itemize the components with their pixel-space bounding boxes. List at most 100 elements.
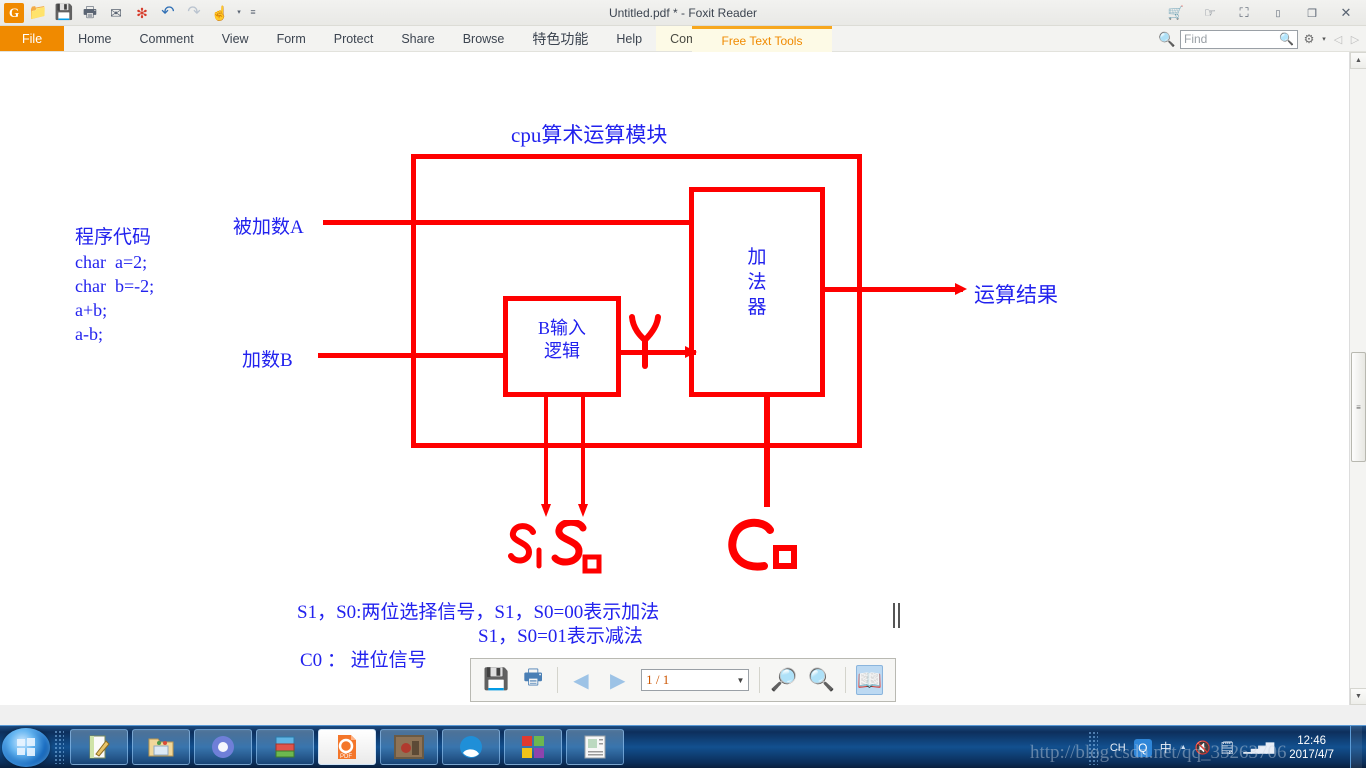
close-icon[interactable]: ✕	[1336, 5, 1356, 21]
find-input[interactable]: Find	[1184, 32, 1279, 46]
taskbar-qq-browser-icon[interactable]	[442, 729, 500, 765]
menu-bar: File Home Comment View Form Protect Shar…	[0, 26, 1366, 52]
menu-item-file[interactable]: File	[0, 26, 65, 51]
tray-chinese-mode-icon[interactable]: 中	[1160, 739, 1172, 756]
adder-label: 加 法 器	[689, 245, 825, 320]
handwritten-y-marker	[629, 314, 661, 369]
b-logic-line-1: B输入	[537, 318, 586, 338]
prev-page-icon[interactable]: ◀	[567, 665, 594, 695]
find-input-wrap[interactable]: Find 🔍	[1180, 29, 1298, 49]
system-tray: CH Q 中 ▲ 🔇 🗒 ▁▃▅▇ 12:46 2017/4/7	[1084, 726, 1366, 768]
menu-item-view[interactable]: View	[208, 26, 263, 51]
zoom-in-icon[interactable]: 🔍	[808, 665, 835, 695]
taskbar-grip[interactable]	[54, 730, 64, 764]
menu-item-share[interactable]: Share	[387, 26, 448, 51]
label-result: 运算结果	[974, 283, 1058, 307]
search-icon[interactable]: 🔍	[1279, 32, 1294, 46]
taskbar-document-icon[interactable]	[566, 729, 624, 765]
open-folder-icon[interactable]: 📁	[26, 2, 50, 24]
prev-result-icon[interactable]: ◁	[1331, 33, 1345, 46]
menu-item-home[interactable]: Home	[64, 26, 125, 51]
page-number-value[interactable]: 1 / 1	[646, 672, 736, 688]
undo-icon[interactable]: ↶	[156, 2, 180, 24]
print-icon[interactable]: 🖶	[78, 2, 102, 24]
code-line-1: char a=2;	[75, 252, 148, 272]
show-desktop-button[interactable]	[1350, 726, 1362, 768]
foxit-logo-icon[interactable]: G	[4, 2, 24, 23]
chevron-down-icon[interactable]: ▼	[736, 676, 744, 685]
contextual-tab-free-text-tools[interactable]: Free Text Tools	[692, 26, 832, 52]
text-caret-marker	[893, 603, 900, 628]
code-line-2: char b=-2;	[75, 276, 155, 296]
menu-item-protect[interactable]: Protect	[320, 26, 388, 51]
redo-icon[interactable]: ↷	[182, 2, 206, 24]
code-block: 程序代码 char a=2; char b=-2; a+b; a-b;	[75, 226, 154, 346]
book-view-icon[interactable]: 📖	[855, 665, 883, 695]
module-box-top-edge	[411, 154, 862, 159]
new-from-file-icon[interactable]: ✻	[130, 2, 154, 24]
taskbar-notepad-icon[interactable]	[70, 729, 128, 765]
tray-ime-icon[interactable]: CH	[1110, 742, 1126, 754]
result-output-arrowhead	[955, 283, 967, 295]
code-line-0: 程序代码	[75, 227, 152, 248]
note-line-1: S1，S0:两位选择信号，S1，S0=00表示加法	[297, 602, 660, 623]
zoom-out-icon[interactable]: 🔎	[770, 665, 797, 695]
email-icon[interactable]: ✉	[104, 2, 128, 24]
scroll-down-icon[interactable]: ▼	[1350, 688, 1366, 705]
pdf-page[interactable]: cpu算术运算模块 程序代码 char a=2; char b=-2; a+b;…	[0, 52, 1349, 705]
s1-arrowhead	[541, 504, 551, 517]
taskbar-chrome-icon[interactable]	[194, 729, 252, 765]
adder-line-3: 器	[747, 297, 767, 318]
save-icon[interactable]: 💾	[52, 2, 76, 24]
next-result-icon[interactable]: ▷	[1348, 33, 1362, 46]
windows-logo-icon	[17, 738, 35, 756]
menu-item-special-features[interactable]: 特色功能	[518, 26, 602, 51]
tray-expand-icon[interactable]: ▲	[1180, 744, 1187, 751]
taskbar-explorer-icon[interactable]	[132, 729, 190, 765]
c0-carry-wire	[764, 397, 770, 507]
minimize-icon[interactable]: ▯	[1268, 8, 1288, 19]
taskbar-foxit-pdf-icon[interactable]: PDF	[318, 729, 376, 765]
menu-item-form[interactable]: Form	[263, 26, 320, 51]
label-input-b: 加数B	[242, 350, 293, 371]
tray-grip[interactable]	[1087, 730, 1098, 765]
tray-qq-icon[interactable]: Q	[1133, 738, 1152, 757]
restore-icon[interactable]: ❐	[1302, 7, 1322, 20]
page-number-input[interactable]: 1 / 1 ▼	[641, 669, 750, 691]
taskbar-windows-icon[interactable]	[504, 729, 562, 765]
tray-action-center-icon[interactable]: 🗒	[1219, 740, 1236, 756]
save-icon[interactable]: 💾	[483, 665, 510, 695]
scroll-up-icon[interactable]: ▲	[1350, 52, 1366, 69]
gear-icon[interactable]: ⚙	[1301, 32, 1317, 46]
find-options-caret-icon[interactable]: ▾	[1320, 35, 1328, 43]
start-button[interactable]	[2, 727, 50, 767]
vertical-scrollbar[interactable]: ▲ ≡ ▼	[1349, 52, 1366, 705]
hand-pointer-icon[interactable]: ☞	[1200, 5, 1220, 21]
menu-item-help[interactable]: Help	[602, 26, 656, 51]
vertical-scroll-thumb[interactable]: ≡	[1351, 352, 1366, 462]
code-line-3: a+b;	[75, 300, 108, 320]
menu-item-comment[interactable]: Comment	[126, 26, 208, 51]
window-controls: 🛒 ☞ ⛶ ▯ ❐ ✕	[1166, 0, 1362, 26]
print-icon[interactable]: 🖶	[520, 665, 547, 695]
document-view[interactable]: cpu算术运算模块 程序代码 char a=2; char b=-2; a+b;…	[0, 52, 1349, 705]
toolbar-divider-2	[759, 667, 761, 693]
input-b-wire	[318, 353, 508, 358]
next-page-icon[interactable]: ▶	[604, 665, 631, 695]
adder-line-1: 加	[747, 247, 767, 268]
input-a-wire	[323, 220, 693, 225]
taskbar-photo-icon[interactable]	[380, 729, 438, 765]
menu-item-browse[interactable]: Browse	[449, 26, 519, 51]
customize-toolbar-icon[interactable]: ≡	[246, 2, 260, 24]
taskbar-winrar-icon[interactable]	[256, 729, 314, 765]
tray-network-icon[interactable]: ▁▃▅▇	[1243, 741, 1274, 754]
clock[interactable]: 12:46 2017/4/7	[1281, 734, 1342, 762]
hand-tool-dropdown-caret[interactable]: ▾	[234, 2, 244, 24]
find-toolbar: 🔍 Find 🔍 ⚙ ▾ ◁ ▷	[1157, 26, 1362, 52]
s0-arrowhead	[578, 504, 588, 517]
search-in-folder-icon[interactable]: 🔍	[1157, 29, 1177, 49]
cart-icon[interactable]: 🛒	[1166, 5, 1186, 21]
hand-tool-icon[interactable]: ☝	[208, 2, 232, 24]
tray-volume-muted-icon[interactable]: 🔇	[1195, 740, 1211, 756]
fullscreen-icon[interactable]: ⛶	[1234, 5, 1254, 21]
